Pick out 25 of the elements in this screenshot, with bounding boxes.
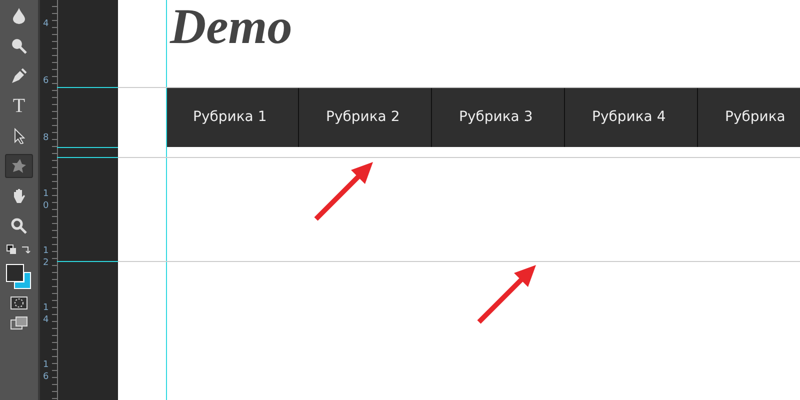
ruler-label: 6 bbox=[43, 74, 50, 87]
screen-mode-icon[interactable] bbox=[10, 316, 28, 330]
arrow-icon bbox=[14, 128, 24, 144]
annotation-arrow bbox=[476, 263, 538, 325]
ruler-label: 10 bbox=[43, 188, 50, 212]
logo: Demo bbox=[168, 0, 294, 56]
shape-icon bbox=[11, 158, 27, 174]
ruler-label: 16 bbox=[43, 358, 50, 383]
quick-mask-icon[interactable] bbox=[10, 296, 28, 310]
pen-icon bbox=[11, 68, 27, 84]
ruler-label: 14 bbox=[43, 302, 50, 326]
annotation-arrow bbox=[313, 160, 375, 222]
tool-button[interactable]: T bbox=[5, 94, 33, 118]
zoom-icon bbox=[11, 218, 27, 234]
ruler-label: 8 bbox=[43, 132, 50, 144]
foreground-color-swatch[interactable] bbox=[6, 264, 24, 282]
type-icon: T bbox=[12, 94, 26, 118]
drop-icon bbox=[13, 8, 25, 24]
ruler-label: 12 bbox=[43, 245, 50, 270]
magnifier-icon bbox=[11, 38, 27, 54]
background-color-swatch[interactable] bbox=[14, 272, 31, 289]
hand-icon bbox=[11, 188, 27, 204]
ruler-label: 4 bbox=[43, 18, 50, 30]
tool-button[interactable] bbox=[5, 154, 33, 178]
swap-colors-icon[interactable] bbox=[6, 244, 32, 256]
